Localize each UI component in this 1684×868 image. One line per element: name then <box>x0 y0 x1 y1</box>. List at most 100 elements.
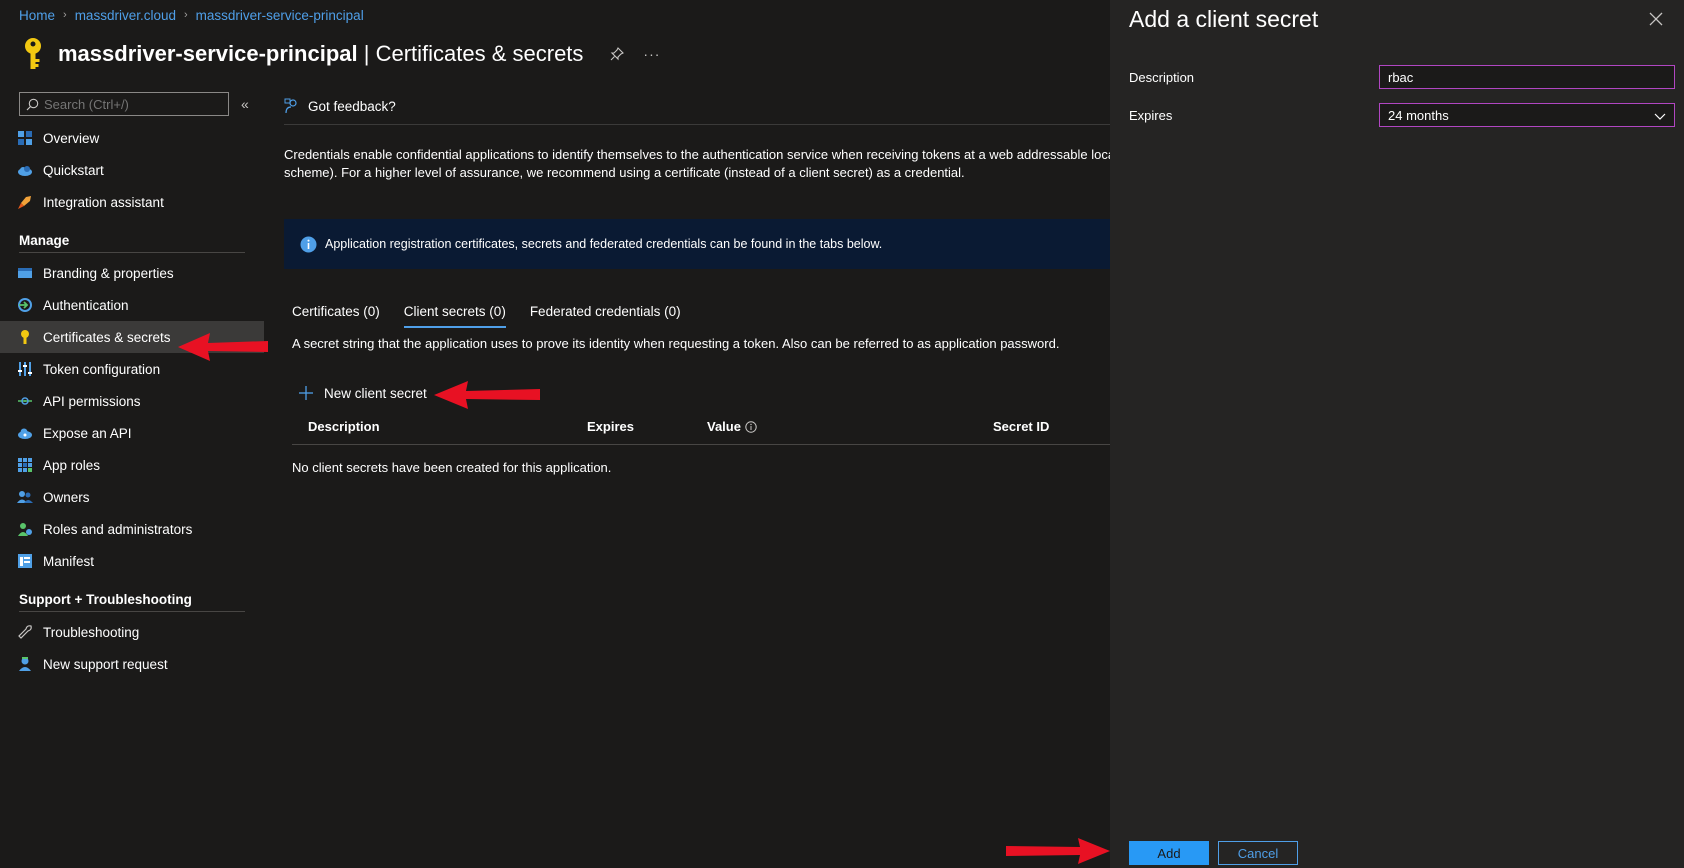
page-title: massdriver-service-principal | Certifica… <box>58 41 583 67</box>
add-button[interactable]: Add <box>1129 841 1209 865</box>
tab-federated-credentials[interactable]: Federated credentials (0) <box>530 296 681 326</box>
cloud-icon <box>18 166 32 176</box>
description-line: Credentials enable confidential applicat… <box>284 147 1114 162</box>
grid-icon <box>18 131 32 145</box>
sidebar-item-new-support-request[interactable]: New support request <box>0 648 264 680</box>
sidebar-item-api-permissions[interactable]: API permissions <box>0 385 264 417</box>
page-title-section: Certificates & secrets <box>375 41 584 66</box>
sidebar-item-quickstart[interactable]: Quickstart <box>0 154 264 186</box>
sidebar-item-label: Quickstart <box>43 162 104 178</box>
sidebar-item-label: API permissions <box>43 393 141 409</box>
new-client-secret-label: New client secret <box>324 385 427 401</box>
wrench-icon <box>18 625 32 639</box>
sidebar-item-manifest[interactable]: Manifest <box>0 545 264 577</box>
expires-label: Expires <box>1129 108 1173 123</box>
column-header-description[interactable]: Description <box>308 419 380 434</box>
key-icon <box>25 38 41 69</box>
sidebar-item-label: Roles and administrators <box>43 521 193 537</box>
sidebar-item-label: Token configuration <box>43 361 161 377</box>
feedback-label: Got feedback? <box>308 98 396 114</box>
auth-icon <box>18 298 32 312</box>
annotation-arrow-icon <box>434 381 540 409</box>
add-client-secret-panel: Add a client secret Description Expires … <box>1110 0 1684 868</box>
grid-roles-icon <box>18 458 32 472</box>
tab-bar: Certificates (0) Client secrets (0) Fede… <box>292 296 705 328</box>
owners-icon <box>17 491 33 503</box>
section-divider <box>19 611 245 612</box>
credentials-description: Credentials enable confidential applicat… <box>284 146 1114 182</box>
divider <box>284 124 1110 125</box>
sidebar-item-label: Manifest <box>43 553 95 569</box>
section-divider <box>19 252 245 253</box>
api-icon <box>18 397 32 405</box>
sidebar-item-branding[interactable]: Branding & properties <box>0 257 264 289</box>
sidebar-item-label: Branding & properties <box>43 265 174 281</box>
branding-icon <box>18 268 32 278</box>
cloud-expose-icon <box>18 428 32 439</box>
collapse-sidebar-icon[interactable]: « <box>241 96 249 112</box>
section-header-manage: Manage <box>19 233 70 248</box>
sidebar-item-label: Certificates & secrets <box>43 329 171 345</box>
sidebar-item-label: Integration assistant <box>43 194 164 210</box>
secrets-table-header: Description Expires Value Secret ID <box>292 415 1110 445</box>
chevron-right-icon: › <box>183 9 188 21</box>
feedback-icon <box>284 98 297 114</box>
sidebar-item-label: App roles <box>43 457 101 473</box>
sliders-icon <box>18 362 32 376</box>
breadcrumb-tenant[interactable]: massdriver.cloud <box>75 8 176 23</box>
roles-icon <box>18 523 32 536</box>
sidebar-item-roles-administrators[interactable]: Roles and administrators <box>0 513 264 545</box>
annotation-arrow-icon <box>1006 838 1110 864</box>
rocket-icon <box>18 196 31 209</box>
feedback-link[interactable]: Got feedback? <box>284 94 396 118</box>
info-banner-text: Application registration certificates, s… <box>325 237 883 251</box>
tab-description: A secret string that the application use… <box>292 336 1060 351</box>
description-input[interactable] <box>1379 65 1675 89</box>
page-header: massdriver-service-principal | Certifica… <box>20 34 660 74</box>
description-label: Description <box>1129 70 1195 85</box>
annotation-arrow-icon <box>178 333 268 361</box>
more-icon[interactable]: ··· <box>643 46 660 62</box>
column-header-expires[interactable]: Expires <box>587 419 634 434</box>
breadcrumb-home[interactable]: Home <box>19 8 55 23</box>
column-header-value[interactable]: Value <box>707 419 757 434</box>
chevron-down-icon <box>1654 113 1666 120</box>
sidebar-item-label: Overview <box>43 130 100 146</box>
pin-icon[interactable] <box>609 46 625 62</box>
sidebar-item-label: Expose an API <box>43 425 132 441</box>
close-icon[interactable] <box>1648 11 1664 27</box>
sidebar-item-app-roles[interactable]: App roles <box>0 449 264 481</box>
sidebar-item-owners[interactable]: Owners <box>0 481 264 513</box>
sidebar-item-authentication[interactable]: Authentication <box>0 289 264 321</box>
search-box <box>19 92 229 116</box>
expires-select[interactable]: 24 months <box>1379 103 1675 127</box>
expires-selected-value: 24 months <box>1388 107 1449 123</box>
info-icon[interactable] <box>745 420 757 433</box>
column-header-secret-id[interactable]: Secret ID <box>993 419 1049 434</box>
info-banner: Application registration certificates, s… <box>284 219 1110 269</box>
new-client-secret-button[interactable]: New client secret <box>298 382 427 404</box>
sidebar: « Overview Quickstart Integration assist… <box>0 92 264 680</box>
empty-state-text: No client secrets have been created for … <box>292 460 612 475</box>
tab-certificates[interactable]: Certificates (0) <box>292 296 380 326</box>
sidebar-item-label: Authentication <box>43 297 129 313</box>
sidebar-search-row: « <box>0 92 264 120</box>
page-title-separator: | <box>363 41 370 66</box>
cancel-button[interactable]: Cancel <box>1218 841 1298 865</box>
manifest-icon <box>18 554 32 568</box>
column-header-value-label: Value <box>707 419 741 434</box>
sidebar-item-label: Troubleshooting <box>43 624 140 640</box>
page-title-app: massdriver-service-principal <box>58 41 358 66</box>
sidebar-item-expose-api[interactable]: Expose an API <box>0 417 264 449</box>
sidebar-item-overview[interactable]: Overview <box>0 122 264 154</box>
chevron-right-icon: › <box>63 9 67 21</box>
search-input[interactable] <box>44 96 214 112</box>
breadcrumb-app[interactable]: massdriver-service-principal <box>196 8 364 23</box>
sidebar-item-integration-assistant[interactable]: Integration assistant <box>0 186 264 218</box>
description-line: scheme). For a higher level of assurance… <box>284 165 965 180</box>
sidebar-item-label: Owners <box>43 489 90 505</box>
breadcrumb: Home › massdriver.cloud › massdriver-ser… <box>19 6 364 24</box>
tab-client-secrets[interactable]: Client secrets (0) <box>403 296 506 328</box>
sidebar-item-troubleshooting[interactable]: Troubleshooting <box>0 616 264 648</box>
support-icon <box>19 657 31 671</box>
